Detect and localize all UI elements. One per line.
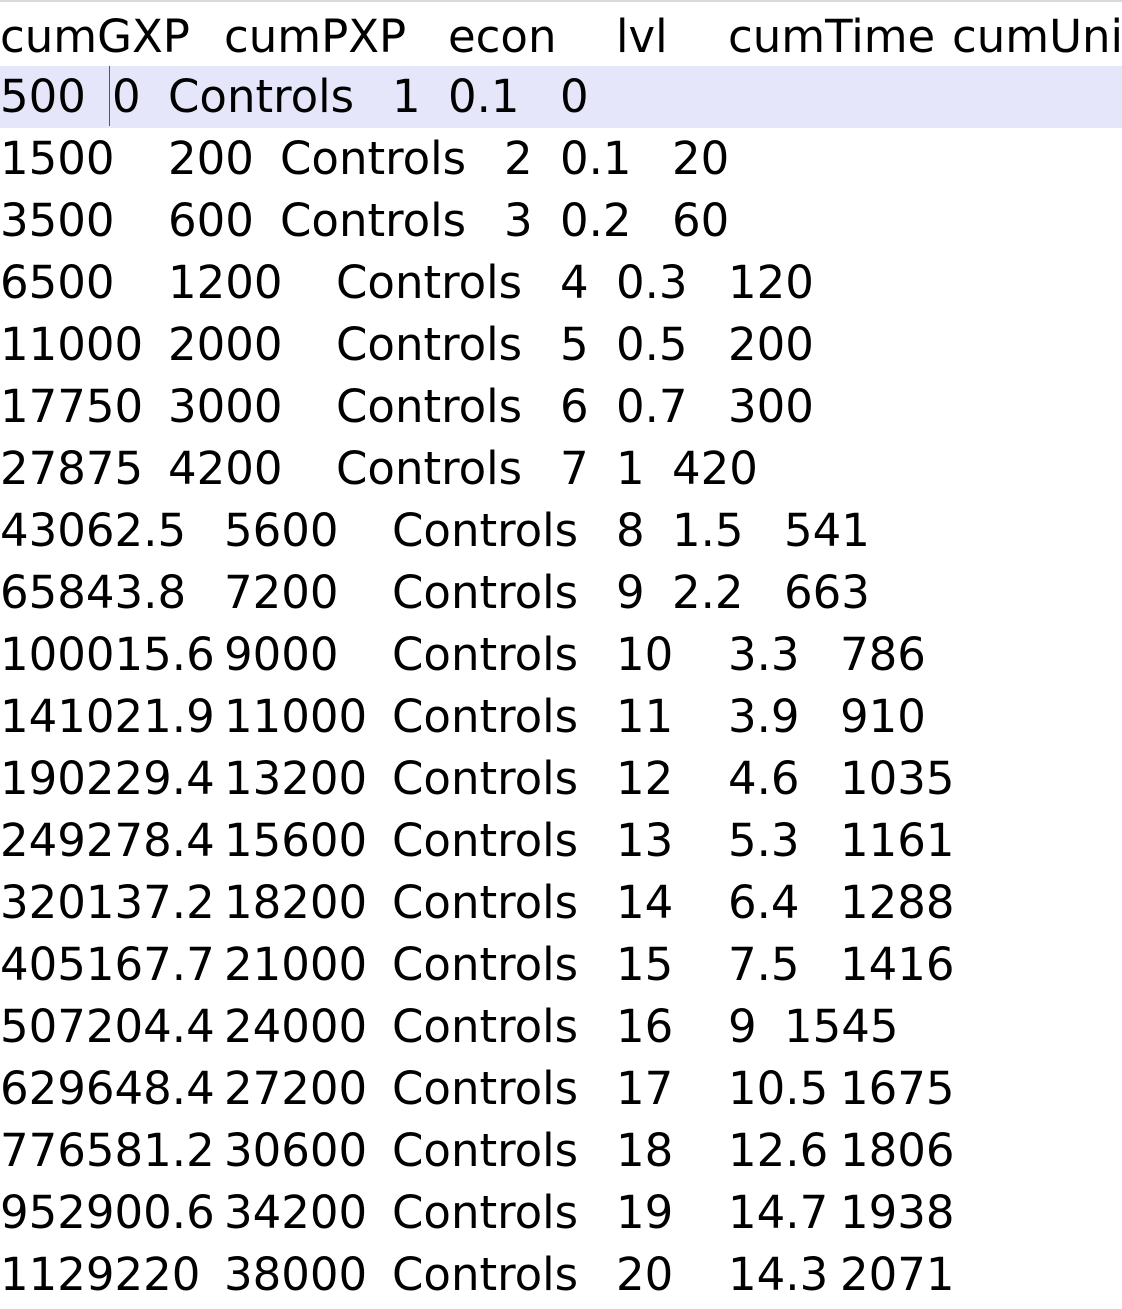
text-line[interactable]: 17750 3000 Controls 6 0.7 300 (0, 376, 1122, 438)
text-line[interactable]: 27875 4200 Controls 7 1 420 (0, 438, 1122, 500)
editor-top-border (0, 0, 1122, 2)
text-line[interactable]: 65843.8 7200 Controls 9 2.2 663 (0, 562, 1122, 624)
text-line[interactable]: 6500 1200 Controls 4 0.3 120 (0, 252, 1122, 314)
text-line[interactable]: 629648.4 27200 Controls 17 10.5 1675 (0, 1058, 1122, 1120)
text-line[interactable]: 320137.2 18200 Controls 14 6.4 1288 (0, 872, 1122, 934)
text-line[interactable]: 190229.4 13200 Controls 12 4.6 1035 (0, 748, 1122, 810)
header-line[interactable]: cumGXP cumPXP econ lvl cumTime cumUnits (0, 6, 1122, 68)
text-line[interactable]: 3500 600 Controls 3 0.2 60 (0, 190, 1122, 252)
text-line[interactable]: 249278.4 15600 Controls 13 5.3 1161 (0, 810, 1122, 872)
text-line[interactable]: 507204.4 24000 Controls 16 9 1545 (0, 996, 1122, 1058)
text-caret (109, 66, 110, 126)
text-line[interactable]: 776581.2 30600 Controls 18 12.6 1806 (0, 1120, 1122, 1182)
text-editor[interactable]: cumGXP cumPXP econ lvl cumTime cumUnits … (0, 0, 1122, 1309)
text-line[interactable]: 952900.6 34200 Controls 19 14.7 1938 (0, 1182, 1122, 1244)
text-line[interactable]: 100015.6 9000 Controls 10 3.3 786 (0, 624, 1122, 686)
text-line[interactable]: 11000 2000 Controls 5 0.5 200 (0, 314, 1122, 376)
text-line[interactable]: 405167.7 21000 Controls 15 7.5 1416 (0, 934, 1122, 996)
text-line[interactable]: 43062.5 5600 Controls 8 1.5 541 (0, 500, 1122, 562)
current-line[interactable]: 500 0 Controls 1 0.1 0 (0, 66, 1122, 128)
text-line[interactable]: 141021.9 11000 Controls 11 3.9 910 (0, 686, 1122, 748)
text-line[interactable]: 1500 200 Controls 2 0.1 20 (0, 128, 1122, 190)
text-line[interactable]: 1129220 38000 Controls 20 14.3 2071 (0, 1244, 1122, 1306)
